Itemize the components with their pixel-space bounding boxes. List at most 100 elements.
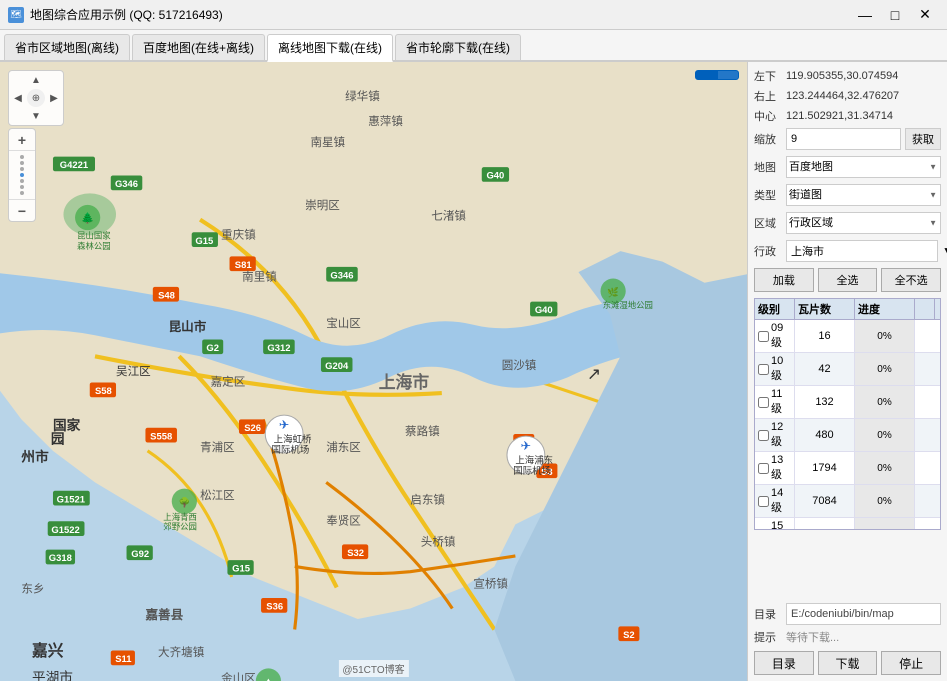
svg-text:郊野公园: 郊野公园 xyxy=(163,522,197,532)
svg-text:惠萍镇: 惠萍镇 xyxy=(368,114,403,128)
table-row[interactable]: 09级 16 0% xyxy=(755,320,940,353)
table-body[interactable]: 09级 16 0% 10级 42 0% xyxy=(754,320,941,530)
nav-down-left[interactable] xyxy=(9,107,27,125)
row-checkbox-4[interactable] xyxy=(758,463,769,474)
tiles-cell: 132 xyxy=(795,386,855,418)
area-select-label: 区域 xyxy=(754,215,782,231)
tab-baidu-map[interactable]: 百度地图(在线+离线) xyxy=(132,34,265,60)
th-level: 级别 xyxy=(755,299,795,319)
area-select[interactable]: 行政区域 矩形区域 xyxy=(786,212,941,234)
row-checkbox-2[interactable] xyxy=(758,397,769,408)
svg-text:宣桥镇: 宣桥镇 xyxy=(473,576,508,590)
progress-cell: 0% xyxy=(855,419,915,451)
nav-center[interactable]: ⊕ xyxy=(27,89,45,107)
zoom-in-button[interactable]: + xyxy=(9,129,35,151)
window-controls: — □ ✕ xyxy=(851,5,939,25)
zoom-out-button[interactable]: − xyxy=(9,199,35,221)
nav-up[interactable]: ▲ xyxy=(27,71,45,89)
area-select-row: 区域 行政区域 矩形区域 xyxy=(754,212,941,234)
select-none-button[interactable]: 全不选 xyxy=(881,268,941,292)
map-type-map-button[interactable] xyxy=(695,70,717,80)
row-checkbox-1[interactable] xyxy=(758,364,769,375)
svg-text:森林公园: 森林公园 xyxy=(77,241,111,251)
hint-label: 提示 xyxy=(754,629,782,645)
svg-text:圆沙镇: 圆沙镇 xyxy=(502,358,537,372)
tiles-cell: 27999 xyxy=(795,518,855,530)
app-icon: 🗺 xyxy=(8,7,24,23)
row-checkbox-5[interactable] xyxy=(758,496,769,507)
nav-down[interactable]: ▼ xyxy=(27,107,45,125)
svg-text:蔡路镇: 蔡路镇 xyxy=(405,424,440,438)
download-button[interactable]: 下载 xyxy=(818,651,878,675)
maximize-button[interactable]: □ xyxy=(881,5,909,25)
svg-text:吴江区: 吴江区 xyxy=(116,365,151,378)
map-container[interactable]: G4221 G346 G15 G346 G40 G40 S81 S48 S58 xyxy=(0,62,747,681)
zoom-get-button[interactable]: 获取 xyxy=(905,128,941,150)
tab-province-map[interactable]: 省市轮廓下载(在线) xyxy=(395,34,521,60)
stop-button[interactable]: 停止 xyxy=(881,651,941,675)
progress-cell: 0% xyxy=(855,485,915,517)
select-all-button[interactable]: 全选 xyxy=(818,268,878,292)
svg-text:G346: G346 xyxy=(115,179,138,190)
tab-offline-map[interactable]: 省市区域地图(离线) xyxy=(4,34,130,60)
main-area: G4221 G346 G15 G346 G40 G40 S81 S48 S58 xyxy=(0,62,947,681)
svg-text:国家: 国家 xyxy=(53,417,81,433)
nav-right[interactable]: ▶ xyxy=(45,89,63,107)
bottom-buttons: 目录 下载 停止 xyxy=(754,651,941,675)
svg-text:G318: G318 xyxy=(49,553,72,564)
table-row[interactable]: 15级 27999 0% xyxy=(755,518,940,530)
table-row[interactable]: 10级 42 0% xyxy=(755,353,940,386)
close-button[interactable]: ✕ xyxy=(911,5,939,25)
progress-cell: 0% xyxy=(855,452,915,484)
map-type-satellite-button[interactable] xyxy=(717,70,739,80)
svg-text:州市: 州市 xyxy=(20,448,49,464)
admin-label: 行政 xyxy=(754,243,782,259)
svg-text:🌿: 🌿 xyxy=(607,286,619,298)
nav-up-right[interactable] xyxy=(45,71,63,89)
nav-down-right[interactable] xyxy=(45,107,63,125)
svg-text:上海浦东: 上海浦东 xyxy=(515,454,553,466)
zoom-dot-4 xyxy=(20,173,24,177)
progress-cell: 0% xyxy=(855,518,915,530)
dir-button[interactable]: 目录 xyxy=(754,651,814,675)
type-select-wrapper: 街道图 卫星图 混合图 xyxy=(786,184,941,206)
svg-text:✈: ✈ xyxy=(279,418,290,432)
map-select-row: 地图 百度地图 谷歌地图 高德地图 xyxy=(754,156,941,178)
table-row[interactable]: 12级 480 0% xyxy=(755,419,940,452)
top-right-label: 右上 xyxy=(754,88,782,104)
nav-up-left[interactable] xyxy=(9,71,27,89)
center-label: 中心 xyxy=(754,108,782,124)
hint-row: 提示 等待下载... xyxy=(754,629,941,645)
admin-input[interactable] xyxy=(786,240,938,262)
row-checkbox-3[interactable] xyxy=(758,430,769,441)
zoom-dot-6 xyxy=(20,185,24,189)
admin-dropdown-icon[interactable]: ▼ xyxy=(942,244,947,258)
progress-cell: 0% xyxy=(855,320,915,352)
table-row[interactable]: 11级 132 0% xyxy=(755,386,940,419)
minimize-button[interactable]: — xyxy=(851,5,879,25)
th-progress: 进度 xyxy=(855,299,915,319)
nav-left[interactable]: ◀ xyxy=(9,89,27,107)
row-checkbox-0[interactable] xyxy=(758,331,769,342)
zoom-label: 缩放 xyxy=(754,131,782,147)
svg-text:G15: G15 xyxy=(232,564,250,575)
table-row[interactable]: 13级 1794 0% xyxy=(755,452,940,485)
svg-text:S2: S2 xyxy=(623,630,635,641)
svg-text:南里镇: 南里镇 xyxy=(242,270,277,284)
level-cell: 10级 xyxy=(755,353,795,385)
type-select[interactable]: 街道图 卫星图 混合图 xyxy=(786,184,941,206)
map-select[interactable]: 百度地图 谷歌地图 高德地图 xyxy=(786,156,941,178)
svg-text:G312: G312 xyxy=(267,343,290,354)
map-type-buttons xyxy=(695,70,739,80)
window-title: 地图综合应用示例 (QQ: 517216493) xyxy=(30,6,223,23)
row-checkbox-6[interactable] xyxy=(758,529,769,531)
tab-download-map[interactable]: 离线地图下载(在线) xyxy=(267,34,393,62)
svg-text:嘉兴: 嘉兴 xyxy=(31,641,64,660)
svg-text:G1521: G1521 xyxy=(57,494,85,505)
load-button[interactable]: 加载 xyxy=(754,268,814,292)
zoom-input[interactable] xyxy=(786,128,901,150)
level-cell: 15级 xyxy=(755,518,795,530)
level-cell: 13级 xyxy=(755,452,795,484)
table-row[interactable]: 14级 7084 0% xyxy=(755,485,940,518)
map-select-wrapper: 百度地图 谷歌地图 高德地图 xyxy=(786,156,941,178)
